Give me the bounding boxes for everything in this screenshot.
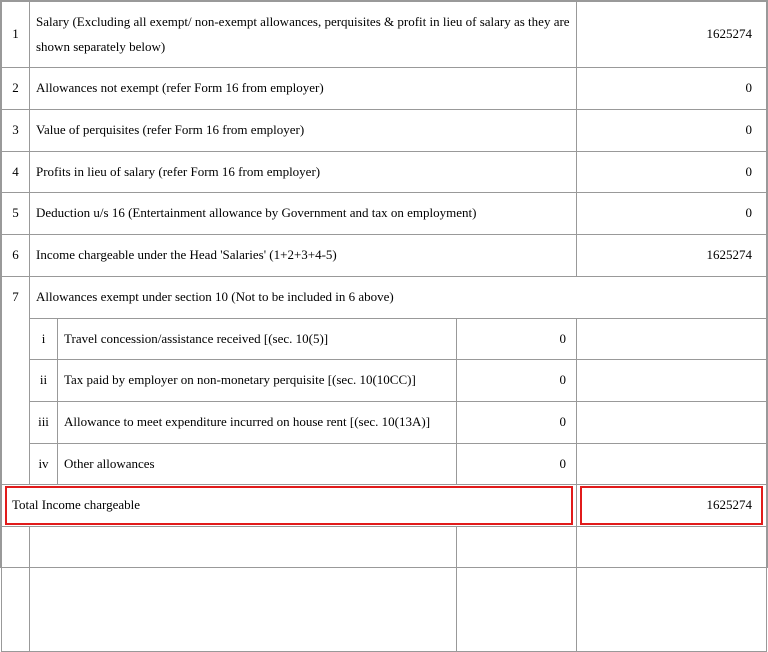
total-label: Total Income chargeable xyxy=(2,485,577,527)
subrow-number: iii xyxy=(30,401,58,443)
table-row: 6 Income chargeable under the Head 'Sala… xyxy=(2,235,767,277)
subrow-blank xyxy=(577,318,767,360)
table-subrow: i Travel concession/assistance received … xyxy=(2,318,767,360)
table-row: 5 Deduction u/s 16 (Entertainment allowa… xyxy=(2,193,767,235)
subrow-value: 0 xyxy=(456,318,576,360)
salary-table: 1 Salary (Excluding all exempt/ non-exem… xyxy=(1,1,767,652)
total-value: 1625274 xyxy=(577,485,767,527)
row-description: Salary (Excluding all exempt/ non-exempt… xyxy=(30,2,577,68)
row-number: 5 xyxy=(2,193,30,235)
total-value-text: 1625274 xyxy=(707,497,753,512)
subrow-blank xyxy=(577,443,767,485)
row-value: 1625274 xyxy=(577,2,767,68)
subrow-blank xyxy=(577,360,767,402)
subrow-number: iv xyxy=(30,443,58,485)
subrow-number: i xyxy=(30,318,58,360)
row-value: 0 xyxy=(577,151,767,193)
subrow-value: 0 xyxy=(456,360,576,402)
row-description: Allowances not exempt (refer Form 16 fro… xyxy=(30,68,577,110)
row-value: 0 xyxy=(577,68,767,110)
table-row: 2 Allowances not exempt (refer Form 16 f… xyxy=(2,68,767,110)
total-row: Total Income chargeable 1625274 xyxy=(2,485,767,527)
subrow-description: Allowance to meet expenditure incurred o… xyxy=(58,401,457,443)
subrow-value: 0 xyxy=(456,401,576,443)
table-subrow: ii Tax paid by employer on non-monetary … xyxy=(2,360,767,402)
subrow-description: Tax paid by employer on non-monetary per… xyxy=(58,360,457,402)
table-row: 4 Profits in lieu of salary (refer Form … xyxy=(2,151,767,193)
empty-area xyxy=(2,526,767,651)
row-description: Income chargeable under the Head 'Salari… xyxy=(30,235,577,277)
row-description: Value of perquisites (refer Form 16 from… xyxy=(30,110,577,152)
subrow-number: ii xyxy=(30,360,58,402)
table-row: 3 Value of perquisites (refer Form 16 fr… xyxy=(2,110,767,152)
subrow-description: Travel concession/assistance received [(… xyxy=(58,318,457,360)
row-value: 1625274 xyxy=(577,235,767,277)
row-number: 4 xyxy=(2,151,30,193)
table-row: 1 Salary (Excluding all exempt/ non-exem… xyxy=(2,2,767,68)
row-number: 2 xyxy=(2,68,30,110)
total-label-text: Total Income chargeable xyxy=(12,497,140,512)
subrow-value: 0 xyxy=(456,443,576,485)
row-number: 1 xyxy=(2,2,30,68)
row-number: 7 xyxy=(2,276,30,484)
row-description: Profits in lieu of salary (refer Form 16… xyxy=(30,151,577,193)
subrow-blank xyxy=(577,401,767,443)
tax-form-table: 1 Salary (Excluding all exempt/ non-exem… xyxy=(0,0,768,568)
row-description: Allowances exempt under section 10 (Not … xyxy=(30,276,767,318)
row-value: 0 xyxy=(577,193,767,235)
row-description: Deduction u/s 16 (Entertainment allowanc… xyxy=(30,193,577,235)
table-subrow: iii Allowance to meet expenditure incurr… xyxy=(2,401,767,443)
row-number: 6 xyxy=(2,235,30,277)
row-number: 3 xyxy=(2,110,30,152)
table-row: 7 Allowances exempt under section 10 (No… xyxy=(2,276,767,318)
subrow-description: Other allowances xyxy=(58,443,457,485)
table-subrow: iv Other allowances 0 xyxy=(2,443,767,485)
row-value: 0 xyxy=(577,110,767,152)
